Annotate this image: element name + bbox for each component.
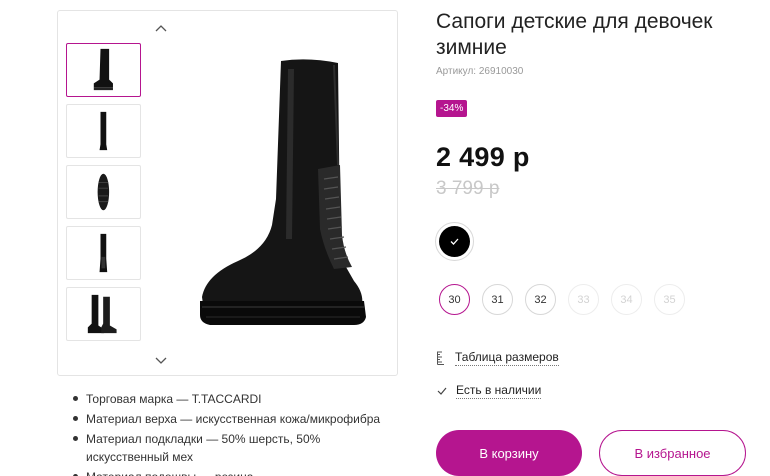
check-icon — [437, 387, 447, 395]
add-to-cart-button[interactable]: В корзину — [436, 430, 582, 476]
chevron-up-icon[interactable] — [151, 21, 171, 35]
ruler-icon — [437, 351, 444, 365]
product-gallery — [57, 10, 398, 376]
thumbnail-back-view[interactable] — [66, 226, 141, 280]
product-main-image — [200, 59, 366, 325]
current-price: 2 499 р — [436, 142, 530, 172]
thumbnail-sole-view[interactable] — [66, 165, 141, 219]
chevron-down-icon[interactable] — [151, 354, 171, 368]
spec-lining-material: Материал подкладки — 50% шерсть, 50% иск… — [72, 430, 402, 466]
stock-status-label: Есть в наличии — [456, 383, 542, 399]
old-price: 3 799 р — [436, 178, 500, 199]
checkmark-icon — [450, 238, 459, 245]
stock-status: Есть в наличии — [437, 383, 542, 399]
product-title: Сапоги детские для девочек зимние — [436, 10, 713, 59]
size-selector: 30 31 32 33 34 35 — [439, 284, 697, 315]
product-specs: Торговая марка — T.TACCARDI Материал вер… — [72, 390, 402, 476]
add-to-favorites-button[interactable]: В избранное — [599, 430, 746, 476]
spec-sole-material: Материал подошвы — резина — [72, 468, 402, 476]
size-option-32[interactable]: 32 — [525, 284, 556, 315]
thumbnail-pair-view[interactable] — [66, 287, 141, 341]
product-sku: Артикул: 26910030 — [436, 66, 524, 77]
color-swatch-fill — [439, 226, 470, 257]
size-option-33: 33 — [568, 284, 599, 315]
thumbnail-front-view[interactable] — [66, 104, 141, 158]
discount-badge: -34% — [436, 100, 468, 117]
color-swatch-black[interactable] — [435, 222, 474, 261]
spec-upper-material: Материал верха — искусственная кожа/микр… — [72, 410, 402, 428]
size-option-35: 35 — [654, 284, 685, 315]
size-option-30[interactable]: 30 — [439, 284, 470, 315]
size-option-31[interactable]: 31 — [482, 284, 513, 315]
size-table-link[interactable]: Таблица размеров — [437, 350, 559, 366]
size-option-34: 34 — [611, 284, 642, 315]
thumbnail-list — [66, 43, 141, 348]
spec-brand: Торговая марка — T.TACCARDI — [72, 390, 402, 408]
thumbnail-side-view[interactable] — [66, 43, 141, 97]
size-table-label: Таблица размеров — [455, 350, 559, 366]
